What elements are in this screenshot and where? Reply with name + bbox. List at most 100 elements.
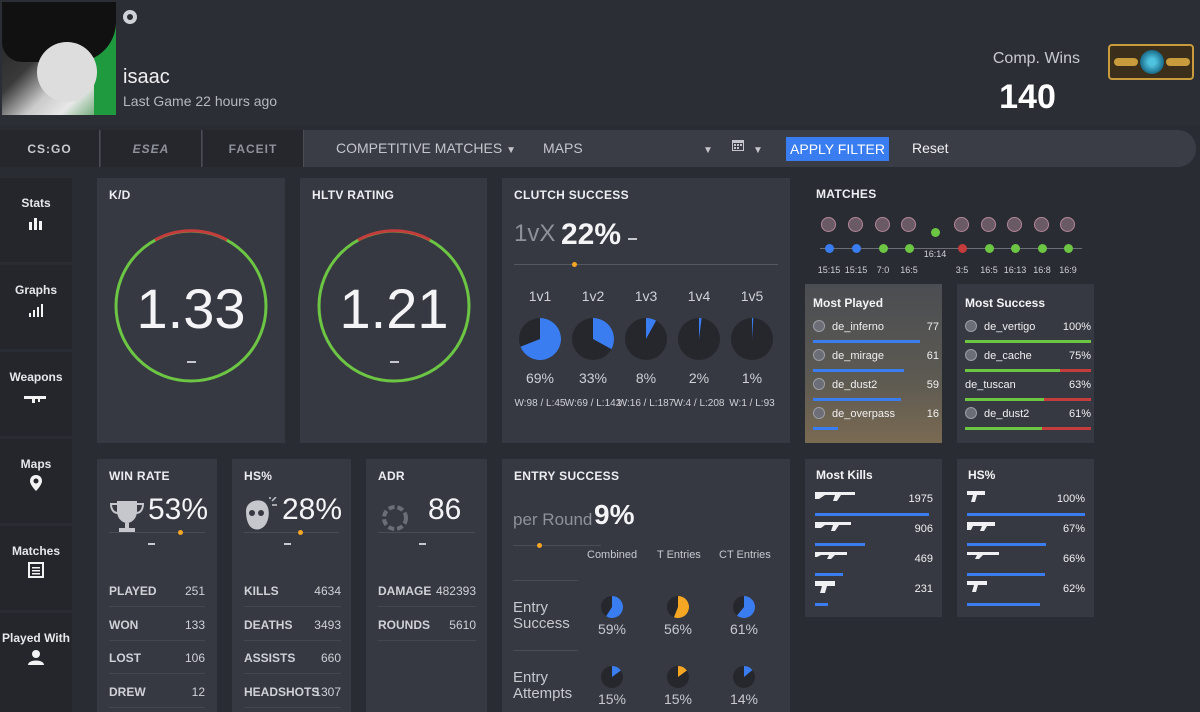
clutch-col-pct: 8% (635, 370, 657, 386)
most-success-row[interactable]: de_vertigo 100% (965, 314, 1091, 343)
map-icon[interactable] (1034, 217, 1049, 232)
clutch-col-wl: W:4 / L:208 (673, 398, 725, 409)
tab-faceit[interactable]: FACEIT (203, 130, 304, 167)
match-result-dot[interactable] (879, 244, 888, 253)
stat-value: 106 (184, 651, 205, 665)
sidebar-item-matches[interactable]: Matches (0, 526, 72, 610)
map-pct: 63% (1068, 379, 1091, 391)
weapon-value: 906 (914, 523, 933, 535)
most-played-row[interactable]: de_mirage 61 (813, 343, 939, 372)
matches-filter-dropdown[interactable]: COMPETITIVE MATCHES ▼ (336, 140, 516, 156)
map-icon[interactable] (981, 217, 996, 232)
match-result-dot[interactable] (985, 244, 994, 253)
weapon-bar (815, 603, 828, 606)
tab-csgo[interactable]: CS:GO (0, 130, 100, 167)
map-icon[interactable] (1007, 217, 1022, 232)
weapon-bar (815, 573, 844, 576)
map-name: de_dust2 (984, 408, 1030, 420)
maps-filter-dropdown[interactable]: MAPS (543, 140, 583, 156)
clutch-col-pct: 69% (525, 370, 555, 386)
match-result-dot[interactable] (1064, 244, 1073, 253)
col-header-ct: CT Entries (719, 549, 771, 561)
stat-label: DREW (109, 684, 146, 699)
clutch-col-label: 1v4 (687, 288, 711, 304)
win-rate-trend-dash (148, 543, 155, 545)
map-emblem-icon (813, 378, 825, 390)
tab-esea[interactable]: ESEA (101, 130, 202, 167)
clutch-col-wl: W:98 / L:45 (514, 398, 566, 409)
smg-icon (967, 519, 997, 536)
maps-chevron-down-icon[interactable]: ▼ (703, 140, 713, 156)
most-success-row[interactable]: de_tuscan 63% (965, 372, 1091, 401)
reset-button[interactable]: Reset (912, 140, 949, 156)
map-icon[interactable] (954, 217, 969, 232)
match-result-dot[interactable] (958, 244, 967, 253)
map-icon[interactable] (875, 217, 890, 232)
divider (244, 532, 339, 533)
map-bar-positive (965, 427, 1042, 430)
match-result-dot[interactable] (905, 244, 914, 253)
weapon-row[interactable]: 67% (967, 519, 1085, 549)
sidebar-item-label: Stats (21, 196, 51, 210)
adr-trend-dash (419, 543, 426, 545)
most-played-row[interactable]: de_overpass 16 (813, 401, 939, 430)
weapon-value: 1975 (908, 493, 933, 505)
weapon-row[interactable]: 62% (967, 579, 1085, 609)
most-success-row[interactable]: de_dust2 61% (965, 401, 1091, 430)
entry-pct: 56% (663, 621, 693, 637)
map-icon[interactable] (1060, 217, 1075, 232)
map-bar-negative (1041, 427, 1091, 430)
sidebar-item-maps[interactable]: Maps (0, 439, 72, 523)
weapon-row[interactable]: 469 (815, 549, 933, 579)
divider (513, 545, 601, 546)
sidebar-item-weapons[interactable]: Weapons (0, 352, 72, 436)
most-played-title: Most Played (813, 296, 884, 310)
steam-icon[interactable] (123, 10, 137, 24)
match-score: 16:13 (1003, 265, 1027, 275)
weapon-value: 66% (1062, 553, 1085, 565)
entry-marker (537, 543, 542, 548)
match-result-dot[interactable] (852, 244, 861, 253)
map-icon[interactable] (901, 217, 916, 232)
sidebar-item-graphs[interactable]: Graphs (0, 265, 72, 349)
weapon-row[interactable]: 231 (815, 579, 933, 609)
apply-filter-button[interactable]: APPLY FILTER (786, 137, 889, 161)
sidebar-item-label: Matches (11, 544, 61, 558)
match-result-dot[interactable] (931, 228, 940, 237)
most-played-row[interactable]: de_dust2 59 (813, 372, 939, 401)
stat-row: DEATHS 3493 (244, 608, 341, 641)
most-success-row[interactable]: de_cache 75% (965, 343, 1091, 372)
match-result-dot[interactable] (1038, 244, 1047, 253)
date-chevron-down-icon[interactable]: ▼ (753, 140, 763, 156)
map-icon[interactable] (848, 217, 863, 232)
avatar[interactable] (2, 2, 116, 115)
stat-row: PLAYED 251 (109, 574, 205, 607)
match-result-dot[interactable] (1011, 244, 1020, 253)
sidebar-item-played-with[interactable]: Played With (0, 613, 72, 712)
match-result-dot[interactable] (825, 244, 834, 253)
map-emblem-icon (965, 320, 977, 332)
weapon-row[interactable]: 906 (815, 519, 933, 549)
weapon-hs-card: HS% 100% 67% 66% 62% (957, 459, 1094, 617)
weapon-bar (967, 603, 1041, 606)
bar-chart-icon (0, 214, 72, 235)
adr-value: 86 (428, 493, 462, 526)
most-played-row[interactable]: de_inferno 77 (813, 314, 939, 343)
stat-label: LOST (109, 651, 141, 665)
clutch-col-label: 1v2 (581, 288, 605, 304)
entry-title: ENTRY SUCCESS (514, 469, 620, 483)
most-kills-card: Most Kills 1975 906 469 231 (805, 459, 942, 617)
weapon-value: 100% (1056, 493, 1085, 505)
calendar-icon[interactable] (731, 138, 745, 155)
most-success-card: Most Success de_vertigo 100% de_cache 75% de… (957, 284, 1094, 443)
map-icon[interactable] (821, 217, 836, 232)
match-score: 16:5 (900, 265, 918, 275)
sidebar-item-stats[interactable]: Stats (0, 178, 72, 262)
adr-ring-icon (382, 505, 408, 531)
weapon-row[interactable]: 66% (967, 549, 1085, 579)
stat-row: DREW 12 (109, 675, 205, 708)
divider (513, 580, 578, 581)
weapon-row[interactable]: 1975 (815, 489, 933, 519)
weapon-row[interactable]: 100% (967, 489, 1085, 519)
most-played-card: Most Played de_inferno 77 de_mirage 61 de_du… (805, 284, 942, 443)
